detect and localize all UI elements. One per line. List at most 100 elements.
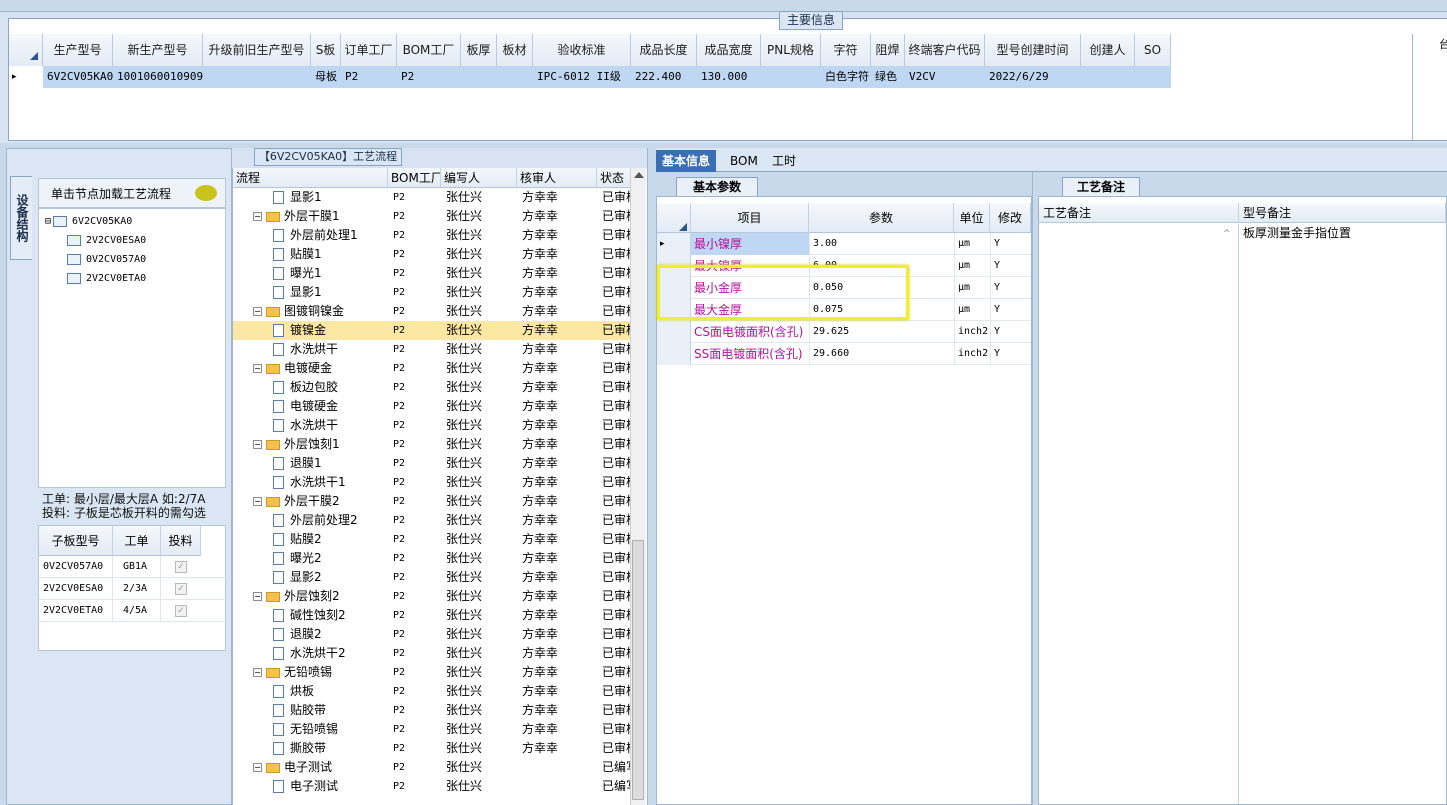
- col-header-3[interactable]: S板: [311, 34, 341, 66]
- subgrid-header-feed[interactable]: 投料: [161, 526, 201, 556]
- subgrid-row[interactable]: 2V2CV0ETA0 4/5A ✓: [39, 600, 227, 622]
- flow-row[interactable]: 电镀硬金 P2 张仕兴 方幸幸 已审核: [233, 397, 633, 416]
- flow-row[interactable]: − 无铅喷锡 P2 张仕兴 方幸幸 已审核: [233, 663, 633, 682]
- cell-3[interactable]: 母板: [311, 66, 341, 88]
- flow-row[interactable]: 外层前处理1 P2 张仕兴 方幸幸 已审核: [233, 226, 633, 245]
- cell-10[interactable]: 130.000: [697, 66, 761, 88]
- flow-row[interactable]: 贴膜2 P2 张仕兴 方幸幸 已审核: [233, 530, 633, 549]
- param-row[interactable]: CS面电镀面积(含孔) 29.625 inch2 Y: [657, 321, 1031, 343]
- col-header-5[interactable]: BOM工厂: [397, 34, 461, 66]
- collapse-icon[interactable]: −: [253, 763, 262, 772]
- flow-row[interactable]: 显影1 P2 张仕兴 方幸幸 已审核: [233, 188, 633, 207]
- cell-8[interactable]: IPC-6012 II级: [533, 66, 631, 88]
- flow-row[interactable]: − 电镀硬金 P2 张仕兴 方幸幸 已审核: [233, 359, 633, 378]
- flow-row[interactable]: 外层前处理2 P2 张仕兴 方幸幸 已审核: [233, 511, 633, 530]
- cell-12[interactable]: 白色字符: [821, 66, 871, 88]
- col-header-9[interactable]: 成品长度: [631, 34, 697, 66]
- collapse-icon[interactable]: −: [253, 440, 262, 449]
- flow-row[interactable]: 退膜1 P2 张仕兴 方幸幸 已审核: [233, 454, 633, 473]
- col-header-14[interactable]: 终端客户代码: [905, 34, 985, 66]
- flow-row[interactable]: 无铅喷锡 P2 张仕兴 方幸幸 已审核: [233, 720, 633, 739]
- main-grid-row[interactable]: ▸ 6V2CV05KA0 10010600109092 母板 P2 P2 IPC-6012…: [9, 66, 1171, 88]
- params-header-item[interactable]: 项目: [691, 203, 809, 233]
- param-value[interactable]: 29.660: [809, 343, 954, 365]
- flow-header-1[interactable]: BOM工厂: [388, 168, 441, 188]
- flow-row[interactable]: 水洗烘干2 P2 张仕兴 方幸幸 已审核: [233, 644, 633, 663]
- subgrid-header-order[interactable]: 工单: [113, 526, 161, 556]
- tree-node[interactable]: 0V2CV057A0: [67, 251, 146, 269]
- flow-row[interactable]: 水洗烘干 P2 张仕兴 方幸幸 已审核: [233, 340, 633, 359]
- collapse-icon[interactable]: ⊟: [45, 216, 51, 227]
- flow-row[interactable]: − 外层干膜1 P2 张仕兴 方幸幸 已审核: [233, 207, 633, 226]
- feed-checkbox[interactable]: ✓: [175, 561, 187, 573]
- tree-node[interactable]: 2V2CV0ETA0: [67, 270, 146, 288]
- model-note-textarea[interactable]: 板厚测量金手指位置: [1241, 224, 1446, 804]
- tree-node[interactable]: ⊟ 6V2CV05KA0: [45, 213, 132, 231]
- params-header-mod[interactable]: 修改: [990, 203, 1031, 233]
- col-header-6[interactable]: 板厚: [461, 34, 497, 66]
- collapse-icon[interactable]: −: [253, 668, 262, 677]
- tab-basic-params[interactable]: 基本参数: [676, 177, 758, 197]
- flow-scrollbar-thumb[interactable]: [632, 540, 644, 800]
- col-header-8[interactable]: 验收标准: [533, 34, 631, 66]
- flow-row[interactable]: 退膜2 P2 张仕兴 方幸幸 已审核: [233, 625, 633, 644]
- subgrid-header-model[interactable]: 子板型号: [39, 526, 113, 556]
- collapse-icon[interactable]: −: [253, 364, 262, 373]
- flow-header-0[interactable]: 流程: [233, 168, 388, 188]
- flow-row[interactable]: 贴胶带 P2 张仕兴 方幸幸 已审核: [233, 701, 633, 720]
- param-row[interactable]: ▸ 最小镍厚 3.00 μm Y: [657, 233, 1031, 255]
- flow-row[interactable]: 显影1 P2 张仕兴 方幸幸 已审核: [233, 283, 633, 302]
- cell-7[interactable]: [497, 66, 533, 88]
- flow-header-4[interactable]: 状态: [597, 168, 633, 188]
- cell-2[interactable]: [203, 66, 311, 88]
- cell-5[interactable]: P2: [397, 66, 461, 88]
- cell-0[interactable]: 6V2CV05KA0: [43, 66, 113, 88]
- col-header-11[interactable]: PNL规格: [761, 34, 821, 66]
- process-note-textarea[interactable]: [1039, 224, 1239, 804]
- col-header-13[interactable]: 阻焊: [871, 34, 905, 66]
- param-item[interactable]: 最小镍厚: [691, 233, 809, 255]
- subgrid-row[interactable]: 0V2CV057A0 GB1A ✓: [39, 556, 227, 578]
- flow-row[interactable]: 板边包胶 P2 张仕兴 方幸幸 已审核: [233, 378, 633, 397]
- cell-9[interactable]: 222.400: [631, 66, 697, 88]
- param-item[interactable]: CS面电镀面积(含孔): [691, 321, 809, 343]
- cell-17[interactable]: [1135, 66, 1171, 88]
- col-header-16[interactable]: 创建人: [1081, 34, 1135, 66]
- flow-header-3[interactable]: 核审人: [517, 168, 597, 188]
- params-corner[interactable]: [657, 203, 691, 233]
- cell-14[interactable]: V2CV: [905, 66, 985, 88]
- params-header-value[interactable]: 参数: [809, 203, 954, 233]
- feed-checkbox[interactable]: ✓: [175, 605, 187, 617]
- flow-row[interactable]: 显影2 P2 张仕兴 方幸幸 已审核: [233, 568, 633, 587]
- cell-13[interactable]: 绿色: [871, 66, 905, 88]
- flow-row[interactable]: 曝光1 P2 张仕兴 方幸幸 已审核: [233, 264, 633, 283]
- col-header-0[interactable]: 生产型号: [43, 34, 113, 66]
- vertical-splitter[interactable]: [647, 148, 656, 805]
- col-header-15[interactable]: 型号创建时间: [985, 34, 1081, 66]
- flow-row[interactable]: 水洗烘干 P2 张仕兴 方幸幸 已审核: [233, 416, 633, 435]
- col-header-1[interactable]: 新生产型号: [113, 34, 203, 66]
- flow-row[interactable]: − 图镀铜镍金 P2 张仕兴 方幸幸 已审核: [233, 302, 633, 321]
- collapse-icon[interactable]: −: [253, 307, 262, 316]
- col-header-10[interactable]: 成品宽度: [697, 34, 761, 66]
- cell-15[interactable]: 2022/6/29: [985, 66, 1081, 88]
- param-value[interactable]: 3.00: [809, 233, 954, 255]
- collapse-icon[interactable]: −: [253, 497, 262, 506]
- tree-node[interactable]: 2V2CV0ESA0: [67, 232, 146, 250]
- flow-row[interactable]: − 外层蚀刻2 P2 张仕兴 方幸幸 已审核: [233, 587, 633, 606]
- flow-row[interactable]: 碱性蚀刻2 P2 张仕兴 方幸幸 已审核: [233, 606, 633, 625]
- flow-row[interactable]: 撕胶带 P2 张仕兴 方幸幸 已审核: [233, 739, 633, 758]
- cell-11[interactable]: [761, 66, 821, 88]
- tab-process-notes[interactable]: 工艺备注: [1062, 177, 1140, 197]
- tab-0[interactable]: 基本信息: [656, 150, 717, 172]
- param-value[interactable]: 29.625: [809, 321, 954, 343]
- col-header-4[interactable]: 订单工厂: [341, 34, 397, 66]
- param-item[interactable]: SS面电镀面积(含孔): [691, 343, 809, 365]
- cell-4[interactable]: P2: [341, 66, 397, 88]
- col-header-12[interactable]: 字符: [821, 34, 871, 66]
- flow-row[interactable]: 水洗烘干1 P2 张仕兴 方幸幸 已审核: [233, 473, 633, 492]
- flow-row[interactable]: 镀镍金 P2 张仕兴 方幸幸 已审核: [233, 321, 633, 340]
- cell-16[interactable]: [1081, 66, 1135, 88]
- flow-row[interactable]: 电子测试 P2 张仕兴 已编写: [233, 777, 633, 796]
- col-header-17[interactable]: SO: [1135, 34, 1171, 66]
